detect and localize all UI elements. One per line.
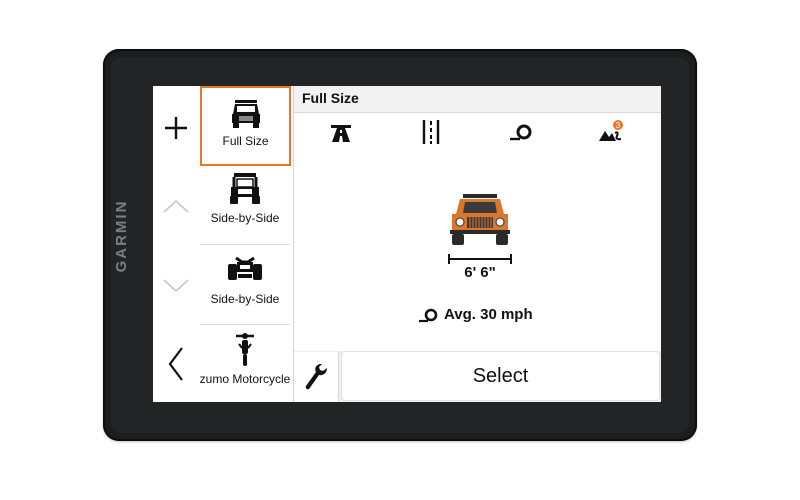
settings-button[interactable] (294, 352, 339, 402)
vehicle-preview (446, 192, 514, 246)
left-rail (153, 86, 199, 402)
vehicle-item-full-size[interactable]: Full Size (200, 86, 291, 166)
chevron-left-icon (168, 347, 183, 381)
road-icon (331, 125, 351, 142)
terrain-badge: 3 (616, 121, 621, 130)
vehicle-item-side-by-side-atv[interactable]: Side-by-Side (200, 246, 290, 325)
page-title: Full Size (302, 90, 359, 106)
lane-width-icon (422, 120, 440, 144)
brand-logo: GARMIN (113, 199, 130, 273)
vehicle-label: zumo Motorcycle (199, 372, 291, 386)
vehicle-item-zumo-motorcycle[interactable]: zumo Motorcycle (200, 326, 290, 402)
back-button[interactable] (153, 334, 199, 394)
avg-speed: Avg. 30 mph (418, 306, 548, 323)
vehicle-list: Full Size Side-by-Side Side-by-Side zumo… (199, 86, 294, 402)
utv-icon (230, 173, 260, 204)
detail-title-bar: Full Size (294, 86, 661, 113)
chevron-down-icon (163, 279, 189, 293)
width-indicator (448, 254, 512, 264)
vehicle-detail-panel: Full Size 3 6' 6" Avg. 30 mph Select (294, 86, 661, 402)
tab-terrain[interactable]: 3 (591, 117, 631, 147)
vehicle-label: Side-by-Side (210, 292, 280, 306)
avg-speed-text: Avg. 30 mph (444, 306, 533, 323)
add-button[interactable] (153, 98, 199, 158)
tab-road[interactable] (321, 117, 361, 147)
profile-tabs: 3 (294, 113, 661, 151)
scroll-down-button[interactable] (153, 256, 199, 316)
atv-icon (228, 256, 262, 280)
chevron-up-icon (163, 199, 189, 213)
speed-icon (419, 308, 438, 322)
tab-lane-width[interactable] (411, 117, 451, 147)
jeep-front-icon (450, 194, 510, 245)
plus-icon (165, 117, 187, 139)
motorcycle-icon (236, 333, 254, 366)
select-button[interactable]: Select (342, 352, 659, 400)
terrain-icon: 3 (599, 120, 623, 141)
scroll-up-button[interactable] (153, 176, 199, 236)
wrench-icon (305, 364, 327, 390)
tab-speed[interactable] (501, 117, 541, 147)
jeep-icon (231, 100, 260, 128)
speed-icon (510, 124, 532, 141)
vehicle-item-side-by-side-utv[interactable]: Side-by-Side (200, 166, 290, 245)
vehicle-width-text: 6' 6" (464, 264, 496, 281)
vehicle-label: Side-by-Side (210, 211, 280, 225)
vehicle-label: Full Size (222, 134, 269, 148)
screen: Full Size Side-by-Side Side-by-Side zumo… (153, 86, 661, 402)
